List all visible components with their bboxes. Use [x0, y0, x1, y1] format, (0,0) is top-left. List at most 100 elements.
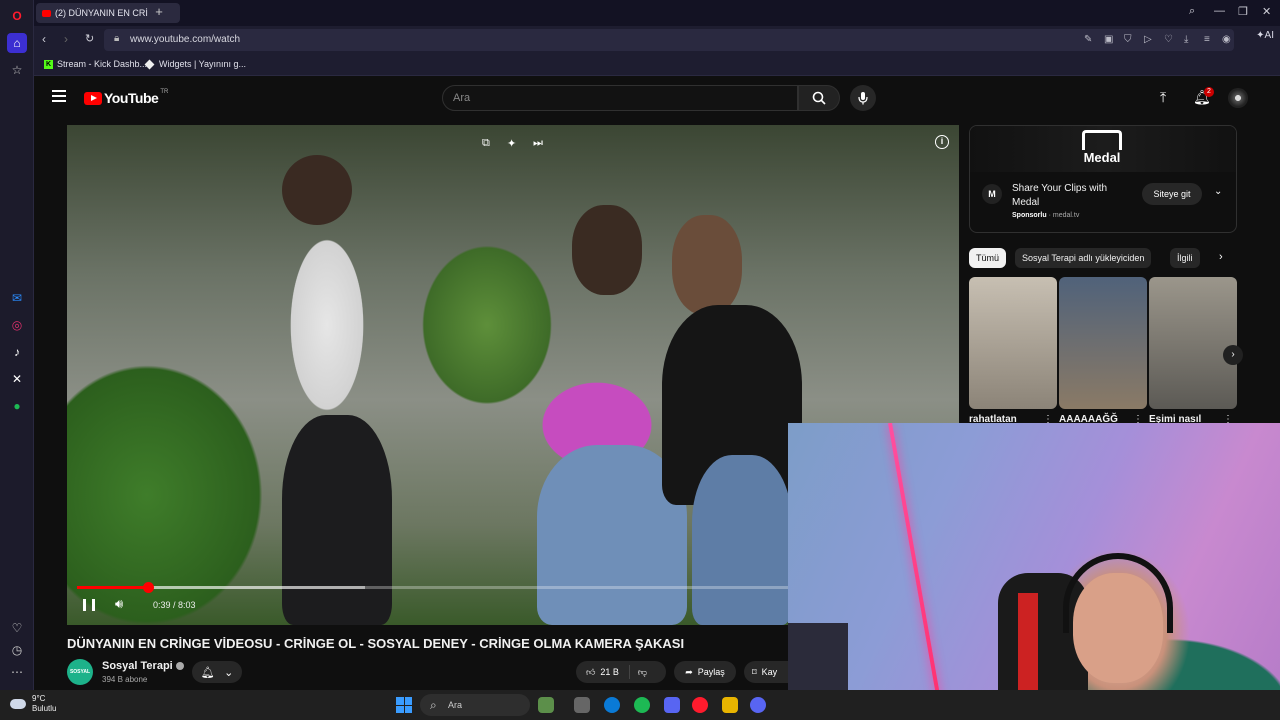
- short-thumbnail[interactable]: [969, 277, 1057, 409]
- progress-scrubber[interactable]: [142, 582, 154, 593]
- minimize-button[interactable]: —: [1214, 5, 1225, 17]
- skip-icon[interactable]: ⏭︎: [533, 137, 543, 150]
- bookmark-heart-icon[interactable]: ♡: [1164, 34, 1173, 45]
- tiktok-icon[interactable]: ♪: [7, 342, 27, 362]
- search-tabs-icon[interactable]: ⌕: [1189, 5, 1195, 18]
- download-icon[interactable]: ⤓: [1184, 34, 1188, 45]
- reload-button[interactable]: ↻: [85, 32, 94, 45]
- menu-icon[interactable]: ≡: [1204, 34, 1210, 45]
- history-icon[interactable]: ◷: [7, 640, 27, 660]
- bookmark-label: Stream - Kick Dashb...: [57, 59, 148, 69]
- camera-icon[interactable]: ▣: [1104, 34, 1113, 45]
- time-display: 0:39 / 8:03: [153, 600, 196, 610]
- upload-icon[interactable]: ⤒: [1160, 89, 1166, 106]
- region-code: TR: [160, 89, 169, 95]
- youtube-play-icon: [84, 91, 102, 105]
- start-button[interactable]: [396, 697, 412, 713]
- messenger-icon[interactable]: ✉: [7, 288, 27, 308]
- play-icon[interactable]: ▷: [1144, 34, 1152, 45]
- dislike-button[interactable]: 👎︎: [630, 667, 647, 678]
- share-button[interactable]: ➦ Paylaş: [674, 661, 736, 683]
- task-view-icon[interactable]: [574, 697, 590, 713]
- chip-all[interactable]: Tümü: [969, 248, 1007, 268]
- account-avatar[interactable]: [1228, 88, 1248, 108]
- youtube-logo-text: YouTube: [104, 90, 159, 106]
- app-icon[interactable]: [664, 697, 680, 713]
- edit-icon[interactable]: ✎: [1084, 34, 1092, 45]
- bookmark-widgets[interactable]: Widgets | Yayınını g...: [144, 59, 246, 69]
- like-dislike-group: 👍︎ 21 B 👎︎: [576, 661, 666, 683]
- ad-title: Share Your Clips with Medal: [1012, 183, 1108, 208]
- youtube-logo[interactable]: YouTube TR: [84, 89, 169, 106]
- ad-card[interactable]: Medal M Share Your Clips with Medal Spon…: [969, 125, 1237, 233]
- address-bar: ‹ › ↻ 🔒︎ www.youtube.com/watch ✎ ▣ ⛉ ▷ ♡…: [34, 26, 1280, 54]
- medal-logo-text: Medal: [1083, 150, 1121, 165]
- subscription-bell-button[interactable]: 🔔︎ ⌄: [192, 661, 242, 683]
- edge-icon[interactable]: [604, 697, 620, 713]
- like-button[interactable]: 👍︎ 21 B: [576, 665, 630, 679]
- chevron-right-icon[interactable]: ›: [1219, 251, 1223, 263]
- bookmark-kick[interactable]: K Stream - Kick Dashb...: [44, 59, 147, 69]
- weather-widget[interactable]: 9°C Bulutlu: [10, 694, 56, 714]
- instagram-icon[interactable]: ◎: [7, 315, 27, 335]
- ad-sponsor-line: Sponsorlu · medal.tv: [1012, 212, 1080, 219]
- info-icon[interactable]: i: [935, 135, 949, 149]
- volume-icon[interactable]: 🔊︎: [115, 596, 123, 612]
- opera-sidebar: O ⌂ ☆ ✉ ◎ ♪ ✕ ● ♡ ◷ ⋯: [0, 0, 34, 690]
- x-icon[interactable]: ✕: [7, 369, 27, 389]
- taskbar-search[interactable]: Ara: [420, 694, 530, 716]
- new-tab-button[interactable]: +: [152, 5, 166, 19]
- video-frame: [282, 155, 352, 225]
- search-button[interactable]: [798, 85, 840, 111]
- chevron-down-icon[interactable]: ⌄: [1214, 186, 1222, 197]
- bookmarks-bar: K Stream - Kick Dashb... Widgets | Yayın…: [34, 54, 1280, 76]
- short-thumbnail[interactable]: [1149, 277, 1237, 409]
- sparkle-icon[interactable]: ✦: [507, 137, 516, 150]
- video-frame: [692, 455, 792, 625]
- channel-avatar[interactable]: SOSYAL TERAPİ: [67, 659, 93, 701]
- forward-button[interactable]: ›: [64, 32, 68, 46]
- shield-icon[interactable]: ⛉: [1124, 34, 1132, 45]
- opera-icon[interactable]: [692, 697, 708, 713]
- heart-icon[interactable]: ♡: [7, 618, 27, 638]
- search-input[interactable]: Ara: [442, 85, 798, 111]
- visit-site-button[interactable]: Siteye git: [1142, 183, 1202, 205]
- tab-bar: (2) DÜNYANIN EN CRİ + ⌕ — ❐ ✕: [34, 0, 1280, 26]
- lock-icon: 🔒︎: [114, 33, 120, 44]
- channel-name-text: Sosyal Terapi: [102, 660, 173, 672]
- home-icon[interactable]: ⌂: [7, 33, 27, 53]
- opera-logo-icon[interactable]: O: [7, 6, 27, 26]
- microphone-icon: [858, 92, 868, 105]
- webcam-background: [888, 423, 944, 716]
- ad-domain: medal.tv: [1052, 212, 1080, 219]
- chip-from-uploader[interactable]: Sosyal Terapi adlı yükleyiciden: [1015, 248, 1152, 268]
- url-field[interactable]: 🔒︎ www.youtube.com/watch ✎ ▣ ⛉ ▷ ♡ ⤓ ≡ ◉: [104, 29, 1234, 51]
- tab-title: (2) DÜNYANIN EN CRİ: [55, 8, 148, 18]
- discord-icon[interactable]: [750, 697, 766, 713]
- medal-logo-icon: [1082, 130, 1122, 150]
- miniplayer-icon[interactable]: ⧉: [482, 137, 490, 150]
- close-window-button[interactable]: ✕: [1262, 5, 1271, 18]
- ai-button[interactable]: ✦AI: [1256, 30, 1274, 41]
- spotify-icon[interactable]: [634, 697, 650, 713]
- share-label: Paylaş: [697, 667, 725, 677]
- chevron-right-icon[interactable]: ›: [1223, 345, 1243, 365]
- more-icon[interactable]: ⋯: [7, 662, 27, 682]
- star-icon[interactable]: ☆: [7, 60, 27, 80]
- subscriber-count: 394 B abone: [102, 675, 148, 684]
- medal-icon: M: [982, 184, 1002, 204]
- spotify-icon[interactable]: ●: [7, 396, 27, 416]
- channel-name[interactable]: Sosyal Terapi: [102, 660, 184, 672]
- short-thumbnail[interactable]: [1059, 277, 1147, 409]
- sponsored-label: Sponsorlu: [1012, 212, 1047, 219]
- restore-button[interactable]: ❐: [1238, 5, 1248, 18]
- file-explorer-icon[interactable]: [722, 697, 738, 713]
- hamburger-menu-icon[interactable]: [52, 90, 66, 102]
- voice-search-button[interactable]: [850, 85, 876, 111]
- ai-label: AI: [1264, 30, 1274, 41]
- chip-related[interactable]: İlgili: [1170, 248, 1200, 268]
- pause-button[interactable]: [83, 599, 95, 611]
- back-button[interactable]: ‹: [42, 32, 46, 46]
- widget-app-icon[interactable]: [538, 697, 554, 713]
- profile-icon[interactable]: ◉: [1222, 34, 1231, 45]
